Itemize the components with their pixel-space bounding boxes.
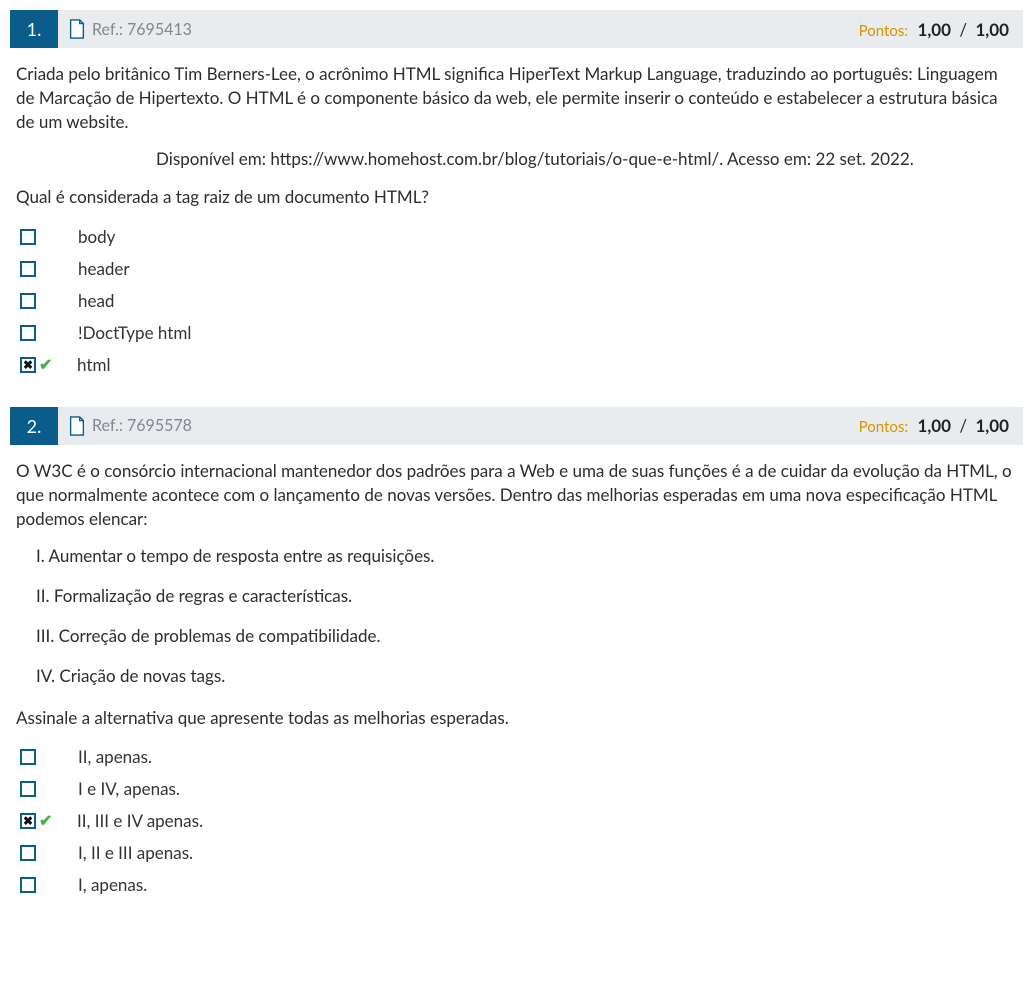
question-body: Criada pelo britânico Tim Berners-Lee, o…	[10, 48, 1023, 379]
option-label: html	[77, 353, 110, 377]
option-label: II, apenas.	[78, 745, 152, 769]
options-group: II, apenas. I e IV, apenas. ✔ II, III e …	[16, 743, 1017, 899]
score-total: 1,00	[975, 415, 1009, 436]
option-row[interactable]: header	[20, 255, 1017, 283]
document-icon[interactable]	[68, 19, 86, 39]
correct-check-icon: ✔	[39, 354, 55, 376]
option-row[interactable]: I, apenas.	[20, 871, 1017, 899]
question-block-2: 2. Ref.: 7695578 Pontos: 1,00 / 1,00 O W…	[10, 407, 1023, 899]
question-text: Criada pelo britânico Tim Berners-Lee, o…	[16, 62, 1017, 133]
options-group: body header head !DoctType html ✔ html	[16, 223, 1017, 379]
option-row[interactable]: ✔ II, III e IV apenas.	[20, 807, 1017, 835]
checkbox-checked-icon[interactable]	[20, 357, 36, 373]
option-label: I e IV, apenas.	[78, 777, 180, 801]
question-number: 2.	[10, 407, 58, 445]
option-row[interactable]: ✔ html	[20, 351, 1017, 379]
points-label: Pontos:	[859, 22, 908, 40]
option-row[interactable]: I e IV, apenas.	[20, 775, 1017, 803]
option-label: I, apenas.	[78, 873, 147, 897]
question-prompt: Assinale a alternativa que apresente tod…	[16, 706, 1017, 730]
points-display: Pontos: 1,00 / 1,00	[859, 415, 1023, 436]
option-label: head	[78, 289, 114, 313]
option-label: II, III e IV apenas.	[77, 809, 203, 833]
checkbox-icon[interactable]	[20, 845, 36, 861]
document-icon[interactable]	[68, 416, 86, 436]
option-row[interactable]: !DoctType html	[20, 319, 1017, 347]
question-block-1: 1. Ref.: 7695413 Pontos: 1,00 / 1,00 Cri…	[10, 10, 1023, 379]
option-label: !DoctType html	[78, 321, 191, 345]
question-source: Disponível em: https://www.homehost.com.…	[16, 147, 1017, 171]
checkbox-icon[interactable]	[20, 749, 36, 765]
statement-item: I. Aumentar o tempo de resposta entre as…	[36, 544, 1017, 568]
score-total: 1,00	[975, 19, 1009, 40]
option-label: I, II e III apenas.	[78, 841, 193, 865]
points-label: Pontos:	[859, 418, 908, 436]
points-display: Pontos: 1,00 / 1,00	[859, 19, 1023, 40]
checkbox-icon[interactable]	[20, 877, 36, 893]
checkbox-icon[interactable]	[20, 229, 36, 245]
statement-item: II. Formalização de regras e característ…	[36, 584, 1017, 608]
option-row[interactable]: I, II e III apenas.	[20, 839, 1017, 867]
correct-check-icon: ✔	[39, 810, 55, 832]
option-row[interactable]: head	[20, 287, 1017, 315]
score-earned: 1,00	[917, 19, 951, 40]
option-label: header	[78, 257, 130, 281]
option-label: body	[78, 225, 115, 249]
question-number: 1.	[10, 10, 58, 48]
question-header: 2. Ref.: 7695578 Pontos: 1,00 / 1,00	[10, 407, 1023, 445]
checkbox-icon[interactable]	[20, 325, 36, 341]
option-row[interactable]: body	[20, 223, 1017, 251]
option-row[interactable]: II, apenas.	[20, 743, 1017, 771]
statement-item: III. Correção de problemas de compatibil…	[36, 624, 1017, 648]
checkbox-icon[interactable]	[20, 293, 36, 309]
checkbox-icon[interactable]	[20, 261, 36, 277]
question-prompt: Qual é considerada a tag raiz de um docu…	[16, 185, 1017, 209]
checkbox-checked-icon[interactable]	[20, 813, 36, 829]
question-body: O W3C é o consórcio internacional manten…	[10, 445, 1023, 899]
statement-list: I. Aumentar o tempo de resposta entre as…	[16, 544, 1017, 687]
question-ref: Ref.: 7695413	[92, 20, 192, 39]
score-earned: 1,00	[917, 415, 951, 436]
score-separator: /	[959, 19, 967, 40]
question-header: 1. Ref.: 7695413 Pontos: 1,00 / 1,00	[10, 10, 1023, 48]
statement-item: IV. Criação de novas tags.	[36, 664, 1017, 688]
score-separator: /	[959, 415, 967, 436]
question-text: O W3C é o consórcio internacional manten…	[16, 459, 1017, 530]
question-ref: Ref.: 7695578	[92, 416, 192, 435]
checkbox-icon[interactable]	[20, 781, 36, 797]
